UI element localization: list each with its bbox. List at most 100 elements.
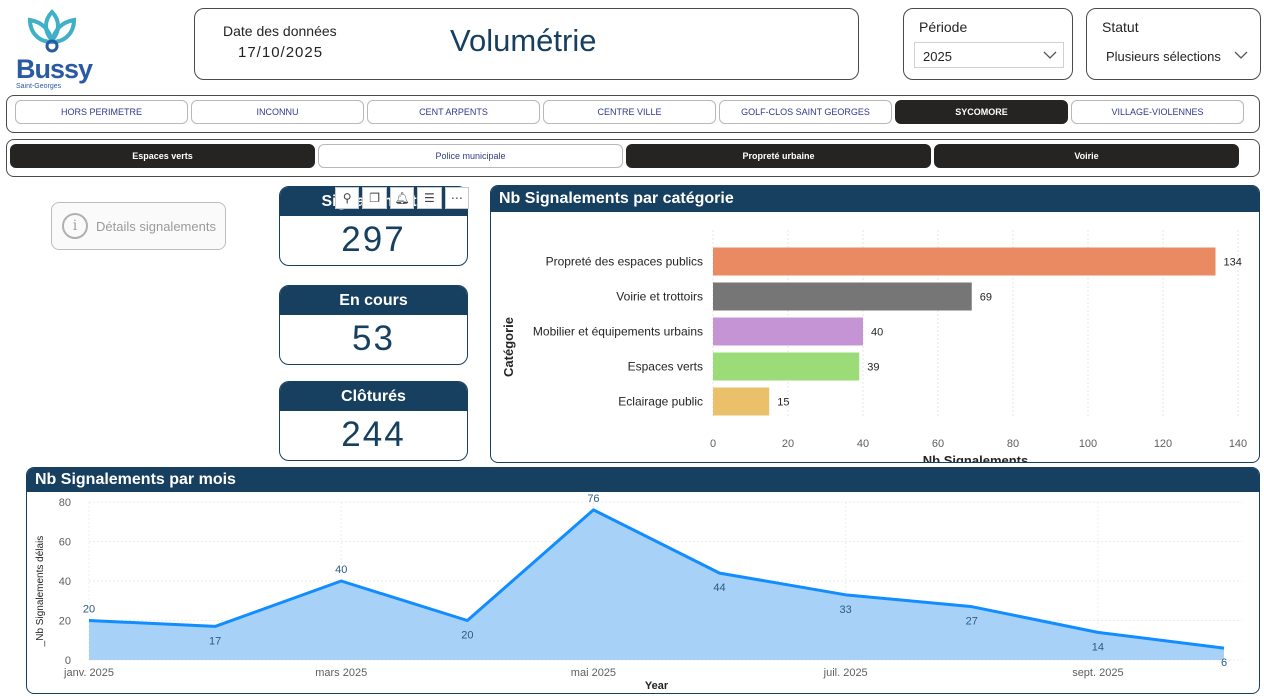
chevron-down-icon <box>1234 51 1248 59</box>
category-label: Espaces verts <box>628 360 703 374</box>
x-tick-label: juil. 2025 <box>823 667 868 679</box>
data-label: 27 <box>966 616 978 628</box>
details-signalements-button[interactable]: i Détails signalements <box>51 202 226 250</box>
data-label: 76 <box>587 493 599 505</box>
data-label: 6 <box>1221 657 1227 669</box>
monthly-chart-panel: Nb Signalements par mois 0 20 40 60 80 janv. … <box>26 467 1260 694</box>
quartier-button-hors-perimetre[interactable]: HORS PERIMETRE <box>15 100 188 124</box>
category-chart-title: Nb Signalements par catégorie <box>491 186 1259 212</box>
category-label: Mobilier et équipements urbains <box>533 325 703 339</box>
category-chart-panel: Nb Signalements par catégorie 0 20 40 60 80 1… <box>490 185 1260 463</box>
category-bar[interactable] <box>713 282 972 311</box>
x-axis-title: Year <box>645 680 669 692</box>
category-bar[interactable] <box>713 352 860 381</box>
service-button-police-municipale[interactable]: Police municipale <box>318 144 623 168</box>
service-button-label: Police municipale <box>435 151 506 161</box>
service-slicer: Espaces verts Police municipale Propreté u… <box>6 139 1260 177</box>
statut-label: Statut <box>1102 19 1139 35</box>
more-icon[interactable]: ⋯ <box>444 187 470 209</box>
category-bar-chart: 0 20 40 60 80 100 120 140 Propreté des espaces p… <box>501 230 1247 462</box>
data-label: 20 <box>461 630 473 642</box>
monthly-area-chart: 0 20 40 60 80 janv. 2025 mars 2025 mai 2025 juil… <box>35 493 1242 692</box>
x-tick-label: 20 <box>782 438 794 450</box>
quartier-button-golf-clos-saint-georges[interactable]: GOLF-CLOS SAINT GEORGES <box>719 100 892 124</box>
y-tick-label: 40 <box>59 576 71 588</box>
y-axis-title: Catégorie <box>501 317 516 377</box>
category-bar[interactable] <box>713 317 863 346</box>
service-button-voirie[interactable]: Voirie <box>934 144 1239 168</box>
quartier-button-label: CENTRE VILLE <box>597 107 662 117</box>
statut-value: Plusieurs sélections <box>1106 49 1221 64</box>
chevron-down-icon <box>1043 51 1057 59</box>
service-button-espaces-verts[interactable]: Espaces verts <box>10 144 315 168</box>
kpi-value: 244 <box>341 415 406 454</box>
visual-toolbar: ⚲ ❐ 🔔︎ ☰ ⋯ <box>333 187 470 211</box>
data-label: 17 <box>209 635 221 647</box>
service-button-label: Espaces verts <box>132 151 193 161</box>
periode-label: Période <box>919 19 968 35</box>
kpi-label: Clôturés <box>280 382 467 411</box>
category-bar[interactable] <box>713 387 770 416</box>
quartier-button-village-violennes[interactable]: VILLAGE-VIOLENNES <box>1071 100 1244 124</box>
details-signalements-label: Détails signalements <box>96 218 216 234</box>
kpi-value: 53 <box>352 319 395 358</box>
bell-icon[interactable]: 🔔︎ <box>389 187 415 209</box>
data-date-label: Date des données <box>223 23 337 39</box>
logo-name: Bussy <box>16 54 93 84</box>
periode-filter: Période 2025 <box>903 8 1073 80</box>
data-label: 134 <box>1224 257 1242 269</box>
x-tick-label: sept. 2025 <box>1072 667 1123 679</box>
category-label: Propreté des espaces publics <box>546 255 703 269</box>
x-tick-label: 60 <box>932 438 944 450</box>
quartier-button-centre-ville[interactable]: CENTRE VILLE <box>543 100 716 124</box>
kpi-value: 297 <box>341 220 406 259</box>
y-axis-title: _Nb Signalements délais <box>35 536 46 648</box>
x-tick-label: 120 <box>1154 438 1172 450</box>
header-card: Date des données 17/10/2025 Volumétrie <box>194 8 859 80</box>
area-fill <box>89 509 1224 660</box>
periode-value: 2025 <box>923 49 952 64</box>
logo-subtitle: Saint-Georges <box>16 83 62 90</box>
copy-icon[interactable]: ❐ <box>362 187 387 209</box>
quartier-button-label: INCONNU <box>256 107 299 117</box>
data-label: 69 <box>980 292 992 304</box>
quartier-button-cent-arpents[interactable]: CENT ARPENTS <box>367 100 540 124</box>
x-tick-label: 100 <box>1079 438 1097 450</box>
y-tick-label: 20 <box>59 616 71 628</box>
y-tick-label: 0 <box>65 655 71 667</box>
x-tick-label: 80 <box>1007 438 1019 450</box>
category-bar[interactable] <box>713 247 1216 276</box>
kpi-label: En cours <box>280 286 467 315</box>
y-tick-label: 60 <box>59 537 71 549</box>
quartier-button-label: HORS PERIMETRE <box>60 107 142 117</box>
quartier-button-label: CENT ARPENTS <box>419 107 488 117</box>
periode-dropdown[interactable]: 2025 <box>914 42 1064 68</box>
data-label: 40 <box>871 327 883 339</box>
quartier-button-inconnu[interactable]: INCONNU <box>191 100 364 124</box>
x-tick-label: 40 <box>857 438 869 450</box>
x-tick-label: 0 <box>710 438 716 450</box>
pin-icon[interactable]: ⚲ <box>335 187 360 209</box>
x-tick-label: janv. 2025 <box>63 667 114 679</box>
data-label: 40 <box>335 564 347 576</box>
quartier-button-label: VILLAGE-VIOLENNES <box>1111 107 1204 117</box>
service-button-label: Voirie <box>1074 151 1099 161</box>
data-label: 44 <box>713 582 725 594</box>
data-label: 20 <box>83 604 95 616</box>
statut-dropdown[interactable]: Plusieurs sélections <box>1097 42 1255 68</box>
service-button-label: Propreté urbaine <box>742 151 815 161</box>
data-label: 39 <box>867 362 879 374</box>
quartier-button-label: SYCOMORE <box>955 107 1008 117</box>
service-button-propret-urbaine[interactable]: Propreté urbaine <box>626 144 931 168</box>
category-label: Voirie et trottoirs <box>616 290 703 304</box>
info-icon: i <box>62 213 88 239</box>
quartier-button-sycomore[interactable]: SYCOMORE <box>895 100 1068 124</box>
statut-filter: Statut Plusieurs sélections <box>1086 8 1261 80</box>
logo: Bussy Saint-Georges <box>12 6 122 90</box>
x-axis-title: Nb Signalements <box>923 453 1028 462</box>
quartier-button-label: GOLF-CLOS SAINT GEORGES <box>741 107 870 117</box>
filter-icon[interactable]: ☰ <box>417 187 442 209</box>
monthly-chart-title: Nb Signalements par mois <box>27 468 1259 492</box>
x-tick-label: 140 <box>1229 438 1247 450</box>
quartier-slicer: HORS PERIMETRE INCONNU CENT ARPENTS CENTRE … <box>6 95 1260 133</box>
